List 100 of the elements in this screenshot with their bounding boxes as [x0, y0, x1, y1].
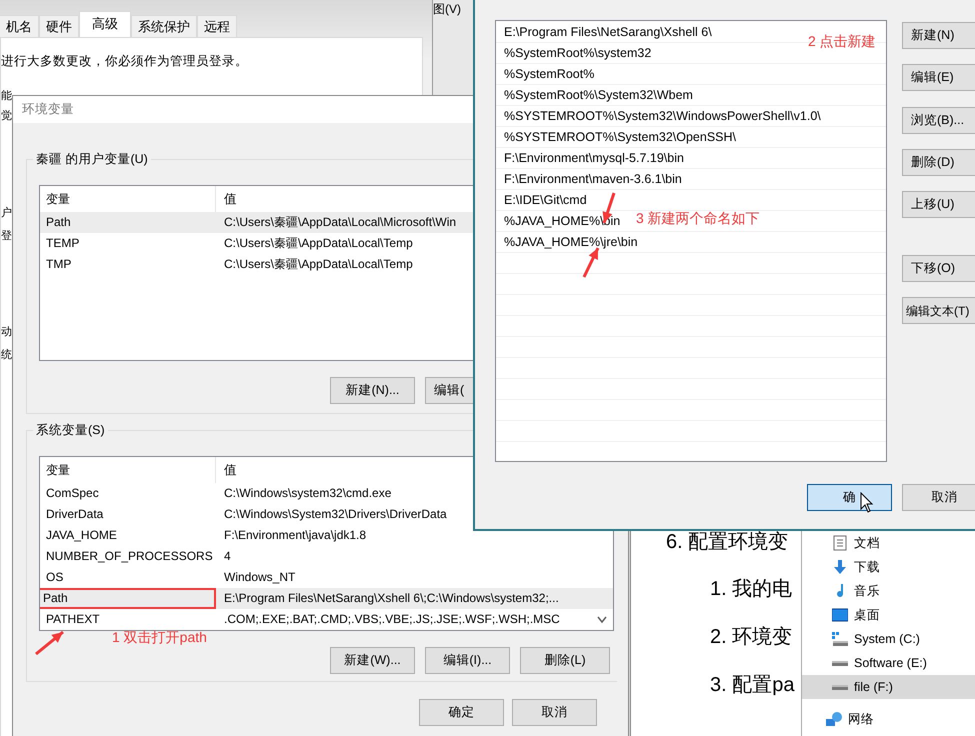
arrow-icon: [33, 629, 67, 657]
button[interactable]: 编辑(: [425, 376, 473, 404]
document-icon: [832, 535, 848, 551]
button[interactable]: 取消: [902, 484, 975, 511]
variable-name: Path: [45, 214, 72, 231]
variable-value: F:\Environment\java\jdk1.8: [223, 526, 366, 544]
nav-item[interactable]: Software (E:): [802, 651, 975, 675]
button[interactable]: 新建(N): [902, 22, 975, 49]
variable-name: JAVA_HOME: [45, 526, 118, 544]
list-item[interactable]: %JAVA_HOME%\bin: [504, 211, 620, 231]
group-label: 系统变量(S): [33, 423, 108, 438]
variable-value: 4: [223, 548, 231, 565]
text-fragment: 觉: [1, 108, 13, 123]
button[interactable]: 删除(L): [520, 646, 610, 674]
menu-item[interactable]: 图(V): [433, 0, 474, 18]
annotation-text: 2 点击新建: [808, 33, 876, 49]
list-row[interactable]: TEMP C:\Users\秦疆\AppData\Local\Temp: [40, 232, 473, 254]
nav-item[interactable]: 网络: [802, 707, 975, 731]
tab[interactable]: 机名: [0, 15, 39, 37]
nav-label: 网络: [848, 710, 874, 728]
nav-item[interactable]: System (C:): [802, 627, 975, 651]
variable-value: C:\Windows\system32\cmd.exe: [223, 484, 392, 502]
text-fragment: 统: [1, 348, 13, 362]
list-item-text: 2. 环境变: [709, 625, 794, 649]
list-item[interactable]: E:\Program Files\NetSarang\Xshell 6\: [504, 22, 712, 42]
variable-value: Windows_NT: [223, 568, 296, 586]
nav-label: 下载: [854, 558, 880, 576]
variable-name: TMP: [45, 256, 72, 273]
button[interactable]: 确: [807, 484, 892, 511]
nav-item[interactable]: file (F:): [802, 675, 975, 699]
list-item[interactable]: F:\Environment\mysql-5.7.19\bin: [504, 148, 684, 168]
drive-icon: [832, 660, 848, 666]
text-fragment: 登: [1, 228, 13, 243]
list-item[interactable]: %SYSTEMROOT%\System32\OpenSSH\: [504, 127, 736, 147]
variable-name: ComSpec: [45, 484, 100, 502]
button[interactable]: 编辑文本(T): [902, 297, 975, 324]
variable-value: C:\Users\秦疆\AppData\Local\Microsoft\Win: [223, 214, 456, 231]
nav-label: 文档: [854, 534, 880, 552]
variable-name: NUMBER_OF_PROCESSORS: [45, 548, 214, 565]
notice-text: 进行大多数更改，你必须作为管理员登录。: [1, 53, 249, 70]
column-header: 值: [223, 462, 237, 479]
variable-name: PATHEXT: [45, 610, 101, 628]
list-row[interactable]: Path C:\Users\秦疆\AppData\Local\Microsoft\Win: [40, 212, 473, 233]
button[interactable]: 确定: [419, 699, 504, 726]
list-item[interactable]: %SystemRoot%: [504, 64, 594, 84]
nav-item[interactable]: 桌面: [802, 603, 975, 627]
nav-item[interactable]: 下载: [802, 555, 975, 579]
list-item[interactable]: %JAVA_HOME%\jre\bin: [504, 232, 638, 252]
list-row[interactable]: PATHEXT .COM;.EXE;.BAT;.CMD;.VBS;.VBE;.JS;.JSE;.WSF;.WSH;.MSC: [40, 608, 613, 630]
group-label: 秦疆 的用户变量(U): [33, 152, 151, 167]
tab[interactable]: 高级: [79, 11, 131, 37]
variable-value: .COM;.EXE;.BAT;.CMD;.VBS;.VBE;.JS;.JSE;.WSF;.WSH;.MSC: [223, 610, 560, 628]
nav-label: Software (E:): [854, 654, 927, 672]
music-note-icon: [836, 583, 844, 599]
variable-name: Path: [40, 588, 216, 609]
list-item[interactable]: %SystemRoot%\system32: [504, 43, 652, 63]
list-item-text: 3. 配置pa: [709, 673, 796, 697]
tab[interactable]: 硬件: [39, 15, 79, 37]
annotation-text: 3 新建两个命名如下: [636, 210, 760, 226]
list-item-text: 1. 我的电: [709, 577, 794, 601]
list-row[interactable]: NUMBER_OF_PROCESSORS 4: [40, 546, 613, 567]
tab[interactable]: 远程: [197, 15, 237, 37]
monitor-icon: [832, 607, 848, 623]
button[interactable]: 上移(U): [902, 191, 975, 218]
button[interactable]: 取消: [512, 699, 597, 726]
variable-value: E:\Program Files\NetSarang\Xshell 6\;C:\Windows\system32;...: [223, 590, 559, 607]
button[interactable]: 编辑(I)...: [425, 646, 510, 674]
down-arrow-icon: [832, 559, 848, 575]
variable-name: TEMP: [45, 234, 80, 252]
variable-name: OS: [45, 568, 64, 586]
button[interactable]: 编辑(E): [902, 64, 975, 91]
text-fragment: 户: [1, 206, 13, 220]
nav-label: System (C:): [854, 630, 920, 648]
list-row[interactable]: OS Windows_NT: [40, 566, 613, 588]
button[interactable]: 删除(D): [902, 149, 975, 176]
heading-text: 6. 配置环境变: [665, 531, 790, 553]
list-row[interactable]: Path E:\Program Files\NetSarang\Xshell 6\;C:\Windows\system32;...: [40, 588, 613, 609]
nav-item[interactable]: 文档: [802, 531, 975, 555]
button[interactable]: 新建(W)...: [330, 646, 415, 674]
cursor-icon: [860, 492, 874, 514]
variable-name: DriverData: [45, 506, 104, 523]
nav-label: 桌面: [854, 606, 880, 624]
nav-item[interactable]: 音乐: [802, 579, 975, 603]
list-item[interactable]: E:\IDE\Git\cmd: [504, 190, 587, 210]
nav-label: file (F:): [854, 678, 893, 696]
list-row[interactable]: JAVA_HOME F:\Environment\java\jdk1.8: [40, 524, 613, 546]
button[interactable]: 浏览(B)...: [902, 107, 975, 134]
tab[interactable]: 系统保护: [131, 15, 197, 37]
list-row[interactable]: TMP C:\Users\秦疆\AppData\Local\Temp: [40, 254, 473, 275]
variable-value: C:\Users\秦疆\AppData\Local\Temp: [223, 256, 413, 273]
variable-value: C:\Windows\System32\Drivers\DriverData: [223, 506, 447, 523]
nav-label: 音乐: [854, 582, 880, 600]
drive-icon: [832, 684, 848, 690]
scroll-down-icon: [597, 616, 607, 624]
list-item[interactable]: F:\Environment\maven-3.6.1\bin: [504, 169, 682, 189]
button[interactable]: 新建(N)...: [330, 376, 415, 404]
text-fragment: 能: [1, 88, 13, 103]
drive-icon: [832, 632, 848, 646]
network-icon: [826, 711, 842, 727]
button[interactable]: 下移(O): [902, 255, 975, 282]
